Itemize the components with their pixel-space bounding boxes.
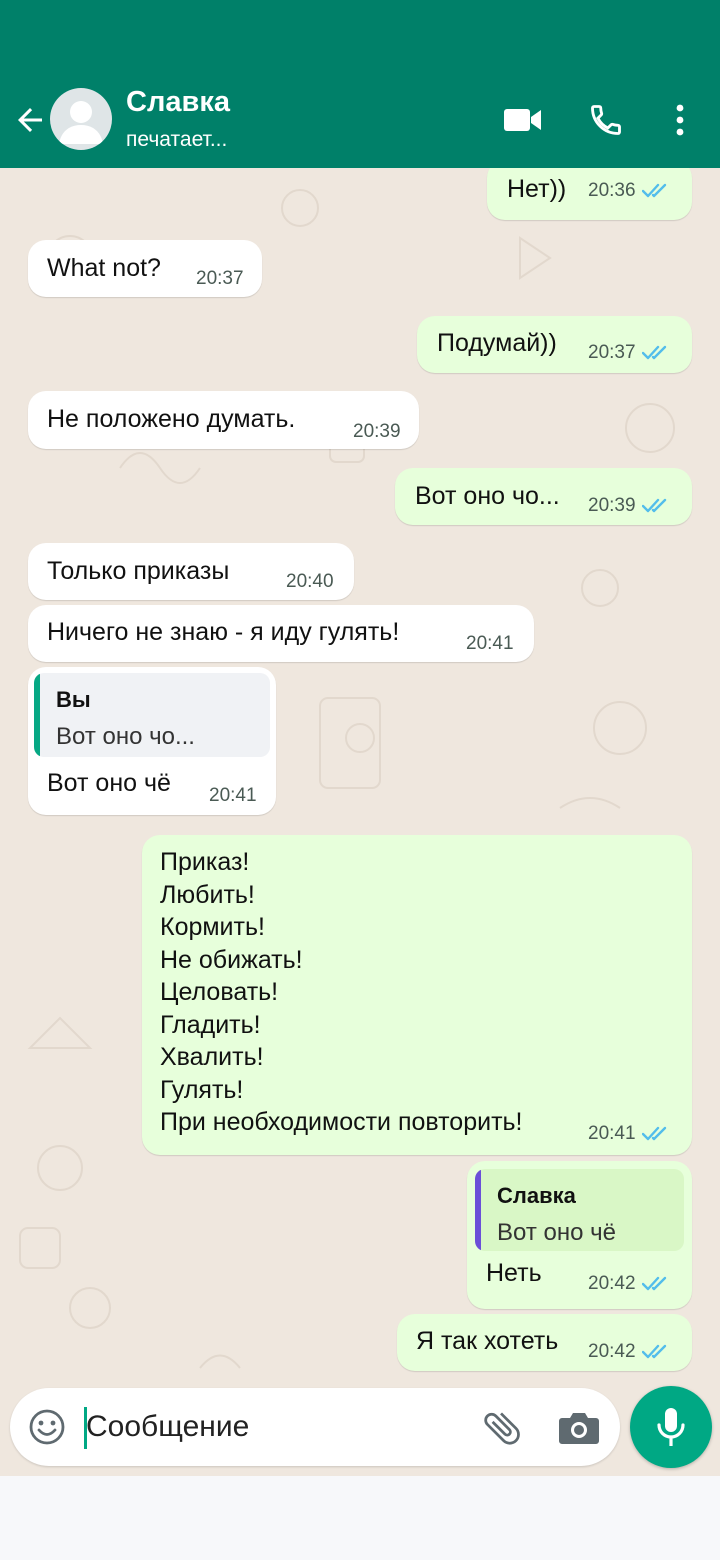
message-meta: 20:37: [588, 342, 674, 364]
message-meta: 20:39: [353, 421, 401, 443]
quote-bar: [475, 1169, 481, 1251]
contact-name[interactable]: Славка: [126, 86, 230, 119]
mic-icon: [657, 1408, 685, 1446]
chat-header: Славка печатает...: [0, 0, 720, 168]
back-arrow-icon[interactable]: [12, 102, 48, 138]
message-time: 20:37: [196, 268, 244, 289]
outgoing-message[interactable]: Подумай)) 20:37: [417, 316, 692, 373]
read-ticks-icon: [641, 182, 674, 200]
message-time: 20:42: [588, 1341, 636, 1362]
message-time: 20:37: [588, 342, 636, 363]
outgoing-message[interactable]: Нет)) 20:36: [487, 168, 692, 220]
quote-text: Вот оно чё: [497, 1219, 616, 1246]
message-meta: 20:37: [196, 268, 244, 290]
chat-area[interactable]: Нет)) 20:36 What not? 20:37 Подумай)) 20:37 Не…: [0, 168, 720, 1476]
outgoing-message[interactable]: Я так хотеть 20:42: [397, 1314, 692, 1371]
incoming-message[interactable]: What not? 20:37: [28, 240, 262, 297]
message-input[interactable]: [84, 1398, 464, 1456]
outgoing-message[interactable]: Вот оно чо... 20:39: [395, 468, 692, 525]
incoming-message[interactable]: Не положено думать. 20:39: [28, 391, 419, 449]
system-nav-area: [0, 1476, 720, 1560]
message-meta: 20:41: [209, 785, 257, 807]
quote-author: Славка: [497, 1183, 576, 1208]
read-ticks-icon: [641, 344, 674, 362]
message-time: 20:42: [588, 1273, 636, 1294]
attach-icon[interactable]: [480, 1406, 524, 1450]
quoted-message[interactable]: Вы Вот оно чо...: [34, 673, 270, 757]
message-text: Вот оно чё: [47, 769, 171, 797]
typing-status: печатает...: [126, 128, 228, 151]
message-text: Вот оно чо...: [415, 482, 560, 510]
message-meta: 20:40: [286, 571, 334, 593]
message-time: 20:41: [466, 633, 514, 654]
incoming-message[interactable]: Ничего не знаю - я иду гулять! 20:41: [28, 605, 534, 662]
message-meta: 20:42: [588, 1273, 674, 1295]
message-time: 20:40: [286, 571, 334, 592]
message-time: 20:39: [588, 495, 636, 516]
mic-button[interactable]: [630, 1386, 712, 1468]
quote-bar: [34, 673, 40, 757]
message-text: Нет)): [507, 175, 567, 203]
camera-icon[interactable]: [558, 1408, 600, 1448]
video-call-icon[interactable]: [503, 100, 543, 140]
message-time: 20:41: [588, 1123, 636, 1144]
message-text: Неть: [486, 1259, 542, 1287]
read-ticks-icon: [641, 1125, 674, 1143]
phone-icon[interactable]: [586, 100, 626, 140]
message-composer: [10, 1388, 620, 1466]
message-meta: 20:41: [588, 1123, 674, 1145]
quote-text: Вот оно чо...: [56, 723, 195, 750]
message-text: What not?: [47, 254, 161, 282]
message-text: Ничего не знаю - я иду гулять!: [47, 618, 400, 646]
message-meta: 20:36: [588, 180, 674, 202]
message-meta: 20:42: [588, 1341, 674, 1363]
avatar-icon: [59, 101, 103, 144]
message-text: Только приказы: [47, 557, 230, 585]
quoted-message[interactable]: Славка Вот оно чё: [475, 1169, 684, 1251]
message-time: 20:36: [588, 180, 636, 201]
read-ticks-icon: [641, 1343, 674, 1361]
message-time: 20:39: [353, 421, 401, 442]
avatar[interactable]: [50, 88, 112, 150]
message-time: 20:41: [209, 785, 257, 806]
message-meta: 20:41: [466, 633, 514, 655]
outgoing-message[interactable]: Приказ! Любить! Кормить! Не обижать! Цел…: [142, 835, 692, 1155]
message-text: Я так хотеть: [416, 1327, 559, 1355]
read-ticks-icon: [641, 1275, 674, 1293]
incoming-message[interactable]: Только приказы 20:40: [28, 543, 354, 600]
more-vert-icon[interactable]: [660, 100, 700, 140]
emoji-icon[interactable]: [28, 1408, 66, 1446]
message-meta: 20:39: [588, 495, 674, 517]
message-text: Подумай)): [437, 329, 557, 357]
read-ticks-icon: [641, 497, 674, 515]
message-text: Не положено думать.: [47, 405, 296, 433]
outgoing-message[interactable]: Славка Вот оно чё Неть 20:42: [467, 1161, 692, 1309]
quote-author: Вы: [56, 687, 91, 712]
incoming-message[interactable]: Вы Вот оно чо... Вот оно чё 20:41: [28, 667, 276, 815]
message-text: Приказ! Любить! Кормить! Не обижать! Цел…: [160, 848, 523, 1136]
